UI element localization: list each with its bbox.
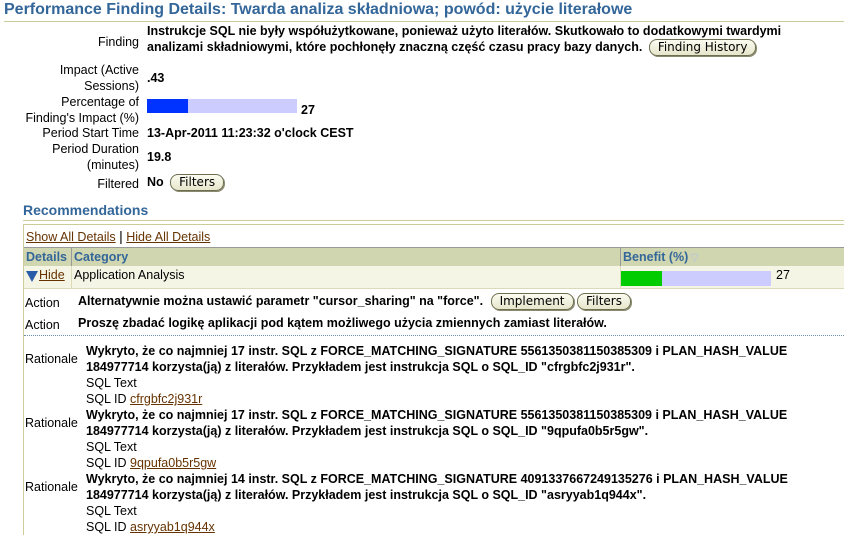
link-separator: | [119, 228, 123, 244]
disclosure-expanded-icon[interactable] [26, 271, 38, 282]
period-duration-label-line1: Period Duration [52, 142, 139, 156]
filters-button[interactable]: Filters [170, 174, 225, 192]
category-cell: Application Analysis [71, 266, 622, 288]
sql-id-label: SQL ID [86, 392, 127, 406]
period-start-value: 13-Apr-2011 11:23:32 o'clock CEST [147, 126, 354, 140]
rationale-label: Rationale [25, 352, 78, 366]
rationale-text-line2: 184977714 korzysta(ją) z literałów. Przy… [86, 360, 635, 374]
rationale-text-line2: 184977714 korzysta(ją) z literałów. Przy… [86, 488, 647, 502]
finding-text-line1: Instrukcje SQL nie były współużytkowane,… [147, 24, 782, 38]
impact-label-line1: Impact (Active [59, 63, 139, 77]
title-divider [4, 21, 844, 22]
sql-id-label: SQL ID [86, 520, 127, 534]
action-item: Alternatywnie można ustawić parametr "cu… [78, 293, 631, 310]
rationale-text-line1: Wykryto, że co najmniej 14 instr. SQL z … [86, 472, 788, 486]
filtered-label: Filtered [97, 177, 139, 191]
impact-value: .43 [147, 71, 165, 85]
show-hide-bar: Show All Details | Hide All Details [24, 224, 844, 248]
table-row: Hide Application Analysis 27 [24, 266, 844, 289]
column-header-benefit-label: Benefit (%) [623, 250, 689, 264]
hide-all-details-link[interactable]: Hide All Details [126, 230, 210, 244]
action-text: Proszę zbadać logikę aplikacji pod kątem… [78, 316, 607, 330]
benefit-value: 27 [776, 268, 790, 282]
action-text: Alternatywnie można ustawić parametr "cu… [78, 293, 484, 308]
details-cell: Hide [24, 266, 70, 288]
sql-text-label: SQL Text [86, 440, 137, 454]
hide-details-link[interactable]: Hide [39, 268, 65, 282]
rationale-item: Wykryto, że co najmniej 17 instr. SQL z … [86, 343, 844, 407]
rationale-label: Rationale [25, 480, 78, 494]
rationale-text-line1: Wykryto, że co najmniej 17 instr. SQL z … [86, 344, 788, 358]
sql-id-link[interactable]: asryyab1q944x [130, 520, 215, 534]
rationale-label: Rationale [25, 416, 78, 430]
benefit-bar-fill [621, 271, 662, 286]
percentage-label: Percentage of Finding's Impact (%) [25, 94, 139, 126]
impact-label: Impact (Active Sessions) [60, 62, 139, 94]
action-label: Action [25, 296, 60, 310]
implement-button[interactable]: Implement [490, 293, 574, 310]
period-start-label: Period Start Time [42, 126, 139, 140]
column-header-category[interactable]: Category [71, 248, 622, 266]
recommendations-table: Show All Details | Hide All Details Deta… [23, 224, 844, 535]
period-duration-label: Period Duration (minutes) [52, 141, 139, 173]
actions-divider [24, 335, 844, 336]
percentage-bar-fill [147, 99, 188, 113]
rationale-text-line2: 184977714 korzysta(ją) z literałów. Przy… [86, 424, 649, 438]
column-header-details: Details [26, 250, 67, 264]
recommendations-divider [23, 220, 844, 221]
percentage-label-line1: Percentage of [61, 95, 139, 109]
finding-label: Finding [98, 35, 139, 49]
period-duration-label-line2: (minutes) [86, 158, 139, 172]
sql-id-link[interactable]: 9qpufa0b5r5gw [130, 456, 216, 470]
sql-id-link[interactable]: cfrgbfc2j931r [130, 392, 202, 406]
show-all-details-link[interactable]: Show All Details [26, 230, 116, 244]
action-label: Action [25, 318, 60, 332]
finding-text-line2: analizami składniowymi, które pochłonęły… [147, 40, 643, 54]
page-title: Performance Finding Details: Twarda anal… [4, 1, 633, 18]
table-header: Details Category Benefit (%) ▽ [24, 247, 844, 266]
finding-text: Instrukcje SQL nie były współużytkowane,… [147, 23, 844, 57]
sql-text-label: SQL Text [86, 504, 137, 518]
finding-history-button[interactable]: Finding History [648, 39, 757, 57]
sql-id-label: SQL ID [86, 456, 127, 470]
percentage-label-line2: Finding's Impact (%) [25, 111, 139, 125]
benefit-cell: 27 [620, 266, 844, 288]
filtered-row: No Filters [147, 174, 225, 192]
filtered-value: No [147, 175, 164, 189]
rationale-item: Wykryto, że co najmniej 17 instr. SQL z … [86, 407, 844, 471]
rationale-item: Wykryto, że co najmniej 14 instr. SQL z … [86, 471, 844, 535]
action-filters-button[interactable]: Filters [577, 293, 631, 310]
benefit-bar [621, 271, 771, 286]
sort-descending-icon[interactable]: ▽ [690, 249, 698, 267]
rationale-text-line1: Wykryto, że co najmniej 17 instr. SQL z … [86, 408, 788, 422]
percentage-bar [147, 99, 297, 113]
recommendations-title: Recommendations [23, 202, 149, 218]
impact-label-line2: Sessions) [84, 79, 139, 93]
period-duration-value: 19.8 [147, 150, 172, 164]
column-header-benefit[interactable]: Benefit (%) ▽ [620, 248, 844, 266]
percentage-value: 27 [301, 103, 315, 117]
sql-text-label: SQL Text [86, 376, 137, 390]
